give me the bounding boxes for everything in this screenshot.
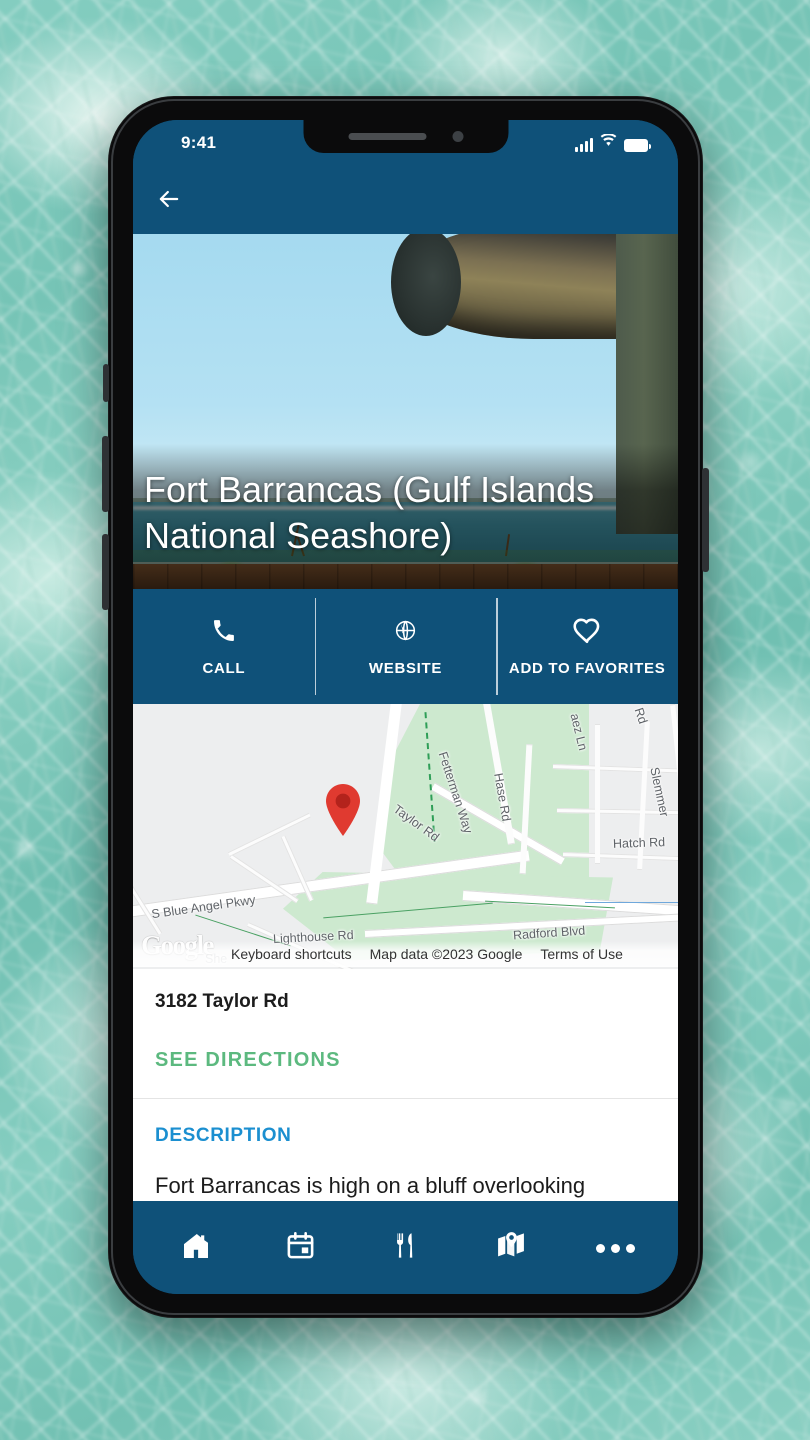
page-title: Fort Barrancas (Gulf Islands National Se… xyxy=(144,468,595,556)
nav-home[interactable] xyxy=(172,1224,220,1272)
terms-of-use-link[interactable]: Terms of Use xyxy=(540,946,622,962)
heart-icon xyxy=(572,616,602,646)
bottom-navigation-bar xyxy=(133,1208,678,1294)
home-icon xyxy=(179,1230,213,1267)
description-heading: DESCRIPTION xyxy=(155,1125,292,1146)
phone-screen: 9:41 Fort Barrancas (Gulf Islands Nation… xyxy=(133,120,678,1294)
add-to-favorites-button[interactable]: ADD TO FAVORITES xyxy=(496,589,678,704)
nav-map[interactable] xyxy=(487,1224,535,1272)
back-arrow-icon[interactable] xyxy=(155,185,183,213)
nav-restaurant[interactable] xyxy=(382,1224,430,1272)
map-water-line xyxy=(585,902,678,903)
status-icons xyxy=(575,132,656,152)
website-button[interactable]: WEBSITE xyxy=(314,589,497,704)
battery-icon xyxy=(624,139,651,152)
phone-notch xyxy=(303,120,508,153)
signal-bars-icon xyxy=(575,138,593,152)
restaurant-icon xyxy=(391,1230,420,1266)
address-text: 3182 Taylor Rd xyxy=(155,991,289,1012)
phone-icon xyxy=(209,616,239,646)
map-road-grid-v1 xyxy=(595,724,600,864)
call-button[interactable]: CALL xyxy=(133,589,315,704)
map-road-slemmer xyxy=(670,704,678,874)
earpiece-speaker xyxy=(348,133,426,140)
status-time: 9:41 xyxy=(181,133,217,152)
action-bar: CALL WEBSITE ADD TO FAVORITES xyxy=(133,589,678,704)
power-button[interactable] xyxy=(702,468,709,572)
map-pin-icon xyxy=(321,782,365,838)
address-block: 3182 Taylor Rd SEE DIRECTIONS xyxy=(133,969,678,1098)
wifi-icon xyxy=(600,132,617,152)
map-icon xyxy=(495,1230,527,1266)
favorites-button-label: ADD TO FAVORITES xyxy=(508,659,666,677)
see-directions-link[interactable]: SEE DIRECTIONS xyxy=(155,1049,656,1072)
info-panel: 3182 Taylor Rd SEE DIRECTIONS DESCRIPTIO… xyxy=(133,969,678,1202)
keyboard-shortcuts-link[interactable]: Keyboard shortcuts xyxy=(231,946,352,962)
app-bar xyxy=(133,164,678,234)
volume-down-button[interactable] xyxy=(102,534,109,610)
globe-icon xyxy=(391,616,421,646)
volume-up-button[interactable] xyxy=(102,436,109,512)
calendar-icon xyxy=(285,1230,316,1266)
map-road-loop-a xyxy=(227,812,311,857)
phone-mockup: 9:41 Fort Barrancas (Gulf Islands Nation… xyxy=(102,96,709,1318)
nav-more[interactable] xyxy=(592,1224,640,1272)
call-button-label: CALL xyxy=(202,659,246,677)
description-text: Fort Barrancas is high on a bluff overlo… xyxy=(155,1173,586,1198)
map-data-text: Map data ©2023 Google xyxy=(369,946,523,962)
nav-calendar[interactable] xyxy=(277,1224,325,1272)
more-icon xyxy=(596,1243,635,1253)
hero-image: Fort Barrancas (Gulf Islands National Se… xyxy=(133,234,678,589)
map-label: Hatch Rd xyxy=(612,835,666,851)
front-camera xyxy=(452,131,463,142)
website-button-label: WEBSITE xyxy=(368,659,443,677)
map-attribution: Keyboard shortcuts Map data ©2023 Google… xyxy=(133,941,678,967)
description-block: DESCRIPTION Fort Barrancas is high on a … xyxy=(133,1099,678,1201)
mute-switch[interactable] xyxy=(103,364,109,402)
location-map[interactable]: Fetterman Way S Blue Angel Pkwy Lighthou… xyxy=(133,704,678,969)
